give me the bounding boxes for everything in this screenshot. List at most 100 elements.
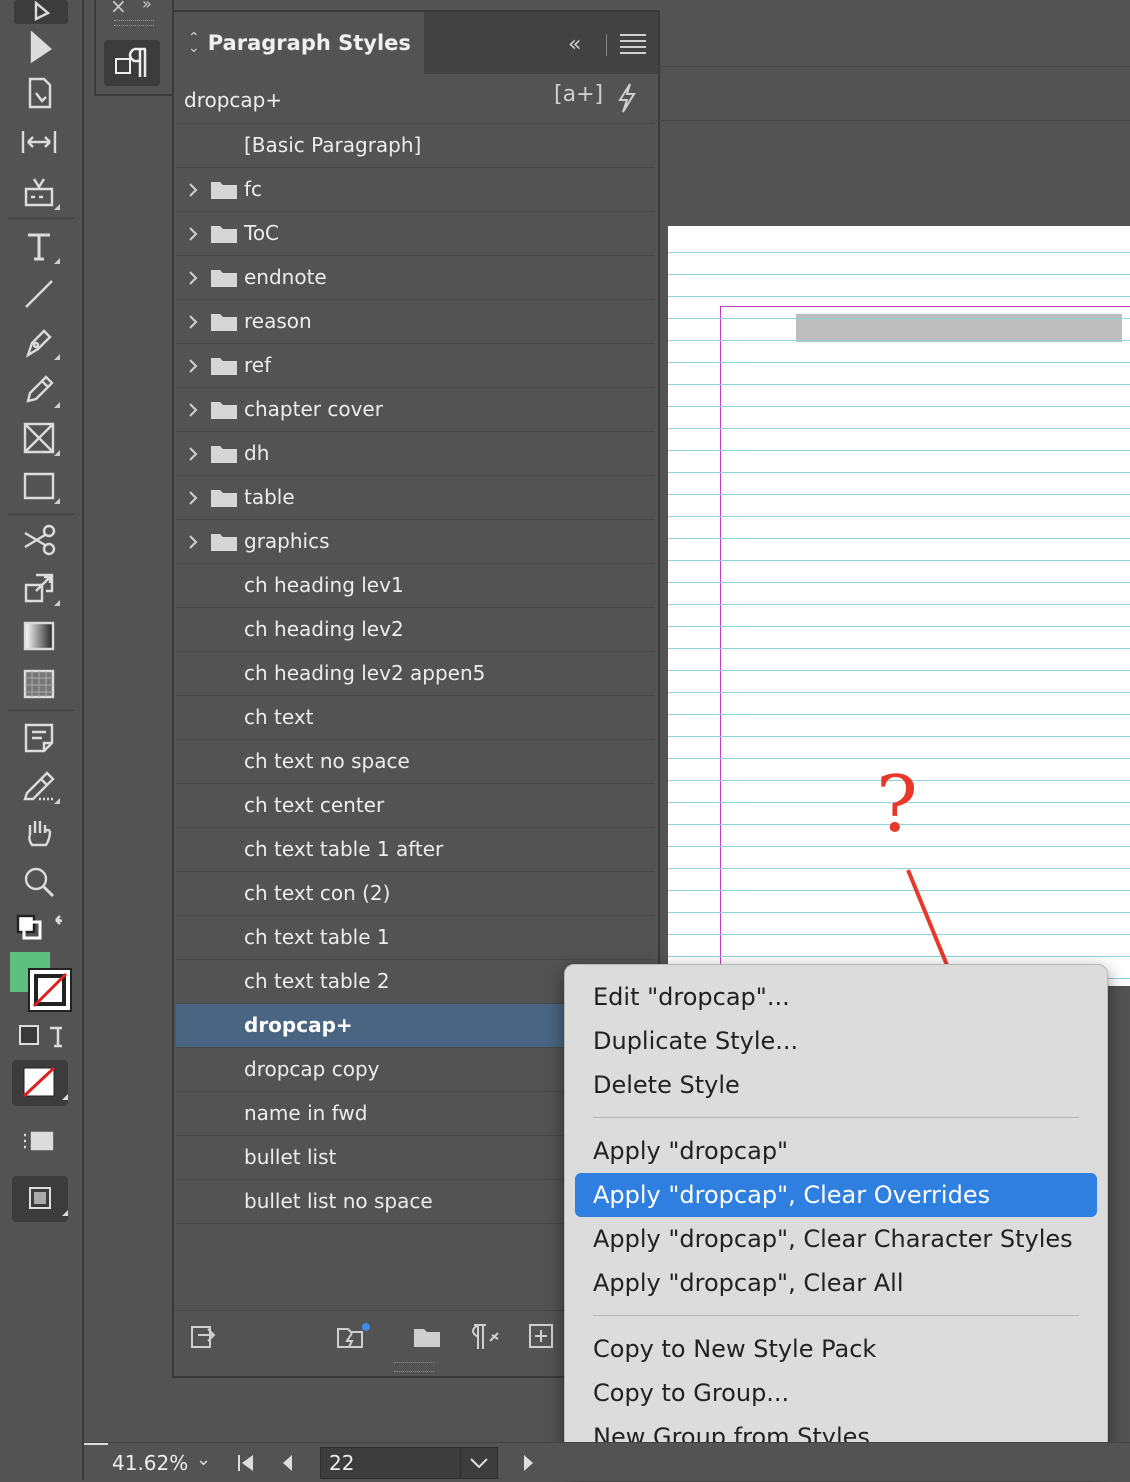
tabbar-divider (606, 34, 607, 56)
apply-none-icon[interactable] (12, 1060, 68, 1106)
menu-item-copy-to-style-pack[interactable]: Copy to New Style Pack (593, 1335, 876, 1363)
margin-guide-left (720, 306, 721, 986)
screen-mode-icon[interactable] (16, 1120, 62, 1160)
chevron-right-icon[interactable] (186, 224, 200, 244)
menu-item-delete-style[interactable]: Delete Style (593, 1071, 740, 1099)
chevron-right-icon[interactable] (186, 268, 200, 288)
chevron-right-icon[interactable] (186, 532, 200, 552)
dock-grip[interactable] (114, 20, 154, 26)
create-style-from-overrides-icon[interactable]: [a+] (554, 82, 603, 114)
style-row[interactable]: [Basic Paragraph] (176, 124, 654, 168)
menu-item-apply-clear-overrides[interactable]: Apply "dropcap", Clear Overrides (593, 1181, 990, 1209)
eyedropper-tool-icon[interactable] (16, 766, 62, 806)
type-tool-icon[interactable] (16, 226, 62, 266)
previous-page-icon[interactable] (280, 1453, 296, 1473)
chevron-right-icon[interactable] (186, 312, 200, 332)
direct-selection-tool-icon[interactable] (16, 28, 62, 68)
style-row[interactable]: ch heading lev1 (176, 564, 654, 608)
style-row-label: ch heading lev1 (244, 573, 404, 597)
style-row-label: name in fwd (244, 1101, 368, 1125)
style-pack-icon[interactable] (334, 1321, 372, 1349)
pen-tool-icon[interactable] (16, 322, 62, 362)
page-dropdown-button[interactable] (460, 1447, 498, 1479)
stroke-swatch[interactable] (28, 968, 72, 1012)
style-row[interactable]: ch text (176, 696, 654, 740)
menu-item-apply-clear-character-styles[interactable]: Apply "dropcap", Clear Character Styles (593, 1225, 1073, 1253)
panel-menu-icon[interactable] (620, 34, 646, 54)
chevron-right-icon[interactable] (186, 356, 200, 376)
style-group-row[interactable]: table (176, 476, 654, 520)
margin-guide-top (720, 306, 1130, 307)
menu-item-apply-clear-all[interactable]: Apply "dropcap", Clear All (593, 1269, 904, 1297)
folder-icon (211, 270, 237, 287)
style-row[interactable]: ch heading lev2 appen5 (176, 652, 654, 696)
paragraph-styles-dock-button[interactable] (104, 40, 160, 86)
gap-tool-icon[interactable] (16, 122, 62, 162)
chevron-right-icon[interactable] (186, 180, 200, 200)
selection-tool-icon[interactable] (14, 0, 68, 24)
menu-item-copy-to-group[interactable]: Copy to Group... (593, 1379, 789, 1407)
menu-item-edit-style[interactable]: Edit "dropcap"... (593, 983, 790, 1011)
zoom-level[interactable]: 41.62% (112, 1451, 188, 1475)
pencil-tool-icon[interactable] (16, 370, 62, 410)
style-row[interactable]: ch text con (2) (176, 872, 654, 916)
formatting-affects-container-icon[interactable] (16, 1018, 62, 1052)
gradient-swatch-tool-icon[interactable] (16, 616, 62, 656)
gradient-feather-tool-icon[interactable] (16, 664, 62, 704)
style-group-row[interactable]: ref (176, 344, 654, 388)
tab-updown-icon[interactable]: ⌃ ⌄ (188, 31, 200, 55)
hand-tool-icon[interactable] (16, 814, 62, 854)
style-group-row[interactable]: graphics (176, 520, 654, 564)
load-styles-icon[interactable] (188, 1321, 220, 1349)
clear-overrides-icon[interactable] (464, 1321, 504, 1349)
chevron-right-icon[interactable] (186, 400, 200, 420)
chevron-right-icon[interactable] (186, 444, 200, 464)
style-group-row[interactable]: dh (176, 432, 654, 476)
page-number-field[interactable]: 22 (320, 1447, 462, 1479)
zoom-dropdown-icon[interactable]: ⌄ (196, 1449, 211, 1470)
page-tool-icon[interactable] (16, 74, 62, 114)
collapse-panel-icon[interactable]: « (568, 32, 594, 58)
note-tool-icon[interactable] (16, 718, 62, 758)
close-icon[interactable]: × (110, 0, 127, 18)
zoom-tool-icon[interactable] (16, 862, 62, 902)
preview-mode-icon[interactable] (12, 1176, 68, 1222)
style-row[interactable]: ch text center (176, 784, 654, 828)
next-page-icon[interactable] (520, 1453, 536, 1473)
rectangle-tool-icon[interactable] (16, 466, 62, 506)
folder-icon (211, 182, 237, 199)
first-page-icon[interactable] (236, 1453, 256, 1473)
style-row[interactable]: ch text no space (176, 740, 654, 784)
scissors-tool-icon[interactable] (16, 520, 62, 560)
baseline-guide (668, 494, 1130, 495)
line-tool-icon[interactable] (16, 274, 62, 314)
style-group-row[interactable]: chapter cover (176, 388, 654, 432)
rectangle-frame-tool-icon[interactable] (16, 418, 62, 458)
style-row-label: dropcap copy (244, 1057, 380, 1081)
style-row-label: ch text center (244, 793, 385, 817)
style-row[interactable]: ch heading lev2 (176, 608, 654, 652)
content-collector-icon[interactable] (16, 172, 62, 212)
swap-fill-stroke-icon[interactable] (16, 910, 62, 946)
folder-icon (211, 534, 237, 551)
new-style-group-icon[interactable] (412, 1321, 444, 1349)
baseline-guide (668, 714, 1130, 715)
panel-resize-grip[interactable] (394, 1362, 434, 1372)
expand-icon[interactable]: » (142, 0, 152, 13)
style-row[interactable]: ch text table 1 after (176, 828, 654, 872)
tab-paragraph-styles[interactable]: ⌃ ⌄ Paragraph Styles (174, 12, 424, 74)
quick-apply-icon[interactable] (614, 82, 644, 114)
free-transform-tool-icon[interactable] (16, 568, 62, 608)
style-group-row[interactable]: reason (176, 300, 654, 344)
baseline-guide (668, 362, 1130, 363)
style-row[interactable]: ch text table 1 (176, 916, 654, 960)
style-group-row[interactable]: fc (176, 168, 654, 212)
create-new-style-icon[interactable] (526, 1321, 556, 1349)
style-group-row[interactable]: ToC (176, 212, 654, 256)
menu-item-duplicate-style[interactable]: Duplicate Style... (593, 1027, 798, 1055)
menu-item-apply-style[interactable]: Apply "dropcap" (593, 1137, 788, 1165)
baseline-guide (668, 428, 1130, 429)
menu-separator (593, 1315, 1079, 1316)
style-group-row[interactable]: endnote (176, 256, 654, 300)
chevron-right-icon[interactable] (186, 488, 200, 508)
